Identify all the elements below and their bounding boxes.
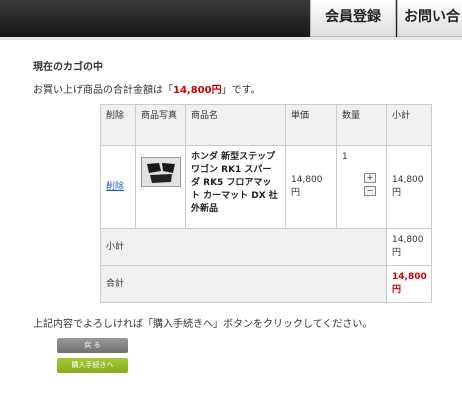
header-quantity: 数量 (336, 104, 387, 146)
item-subtotal: 14,800円 (386, 145, 432, 229)
checkout-button[interactable]: 購入手続きへ (57, 358, 128, 373)
total-value: 14,800円 (386, 265, 432, 303)
unit-price: 14,800円 (285, 145, 337, 229)
product-thumbnail[interactable] (141, 157, 181, 187)
delete-cell: 削除 (100, 145, 136, 229)
nav-divider (0, 37, 462, 40)
delete-link[interactable]: 削除 (106, 182, 124, 192)
header-unit-price: 単価 (285, 104, 337, 146)
photo-cell (135, 145, 186, 229)
product-name: ホンダ 新型ステップワゴン RK1 スパーダ RK5 フロアマット カーマット … (185, 145, 286, 229)
total-summary-text: お買い上げ商品の合計金額は「14,800円」です。 (33, 81, 261, 96)
contact-nav-button[interactable]: お問い合 (397, 0, 462, 37)
header-delete: 削除 (100, 104, 136, 146)
cart-header-row: 削除 商品写真 商品名 単価 数量 小計 (100, 104, 432, 146)
subtotal-value: 14,800円 (386, 228, 432, 266)
subtotal-row: 小計 14,800円 (100, 228, 432, 266)
quantity-value: 1 (342, 152, 348, 162)
cart-item-row: 削除 ホンダ 新型ステップワゴン RK1 スパーダ RK5 フロアマット カーマ… (100, 145, 432, 229)
total-suffix: 」です。 (221, 85, 261, 96)
back-button[interactable]: 戻 る (57, 338, 128, 353)
quantity-decrement-button[interactable]: − (364, 186, 376, 196)
total-row: 合計 14,800円 (100, 265, 432, 303)
quantity-cell: 1 + − (336, 145, 387, 229)
total-prefix: お買い上げ商品の合計金額は「 (33, 85, 173, 96)
checkout-instruction: 上記内容でよろしければ「購入手続きへ」ボタンをクリックしてください。 (33, 319, 373, 330)
header-subtotal: 小計 (386, 104, 432, 146)
cart-table: 削除 商品写真 商品名 単価 数量 小計 削除 ホンダ 新型ステップワゴン RK… (100, 104, 432, 303)
quantity-increment-button[interactable]: + (364, 173, 376, 183)
total-amount: 14,800円 (173, 85, 222, 96)
subtotal-label: 小計 (100, 228, 387, 266)
header-photo: 商品写真 (135, 104, 186, 146)
total-label: 合計 (100, 265, 387, 303)
header-product-name: 商品名 (185, 104, 286, 146)
member-register-nav-button[interactable]: 会員登録 (310, 0, 396, 37)
cart-heading: 現在のカゴの中 (33, 62, 103, 73)
